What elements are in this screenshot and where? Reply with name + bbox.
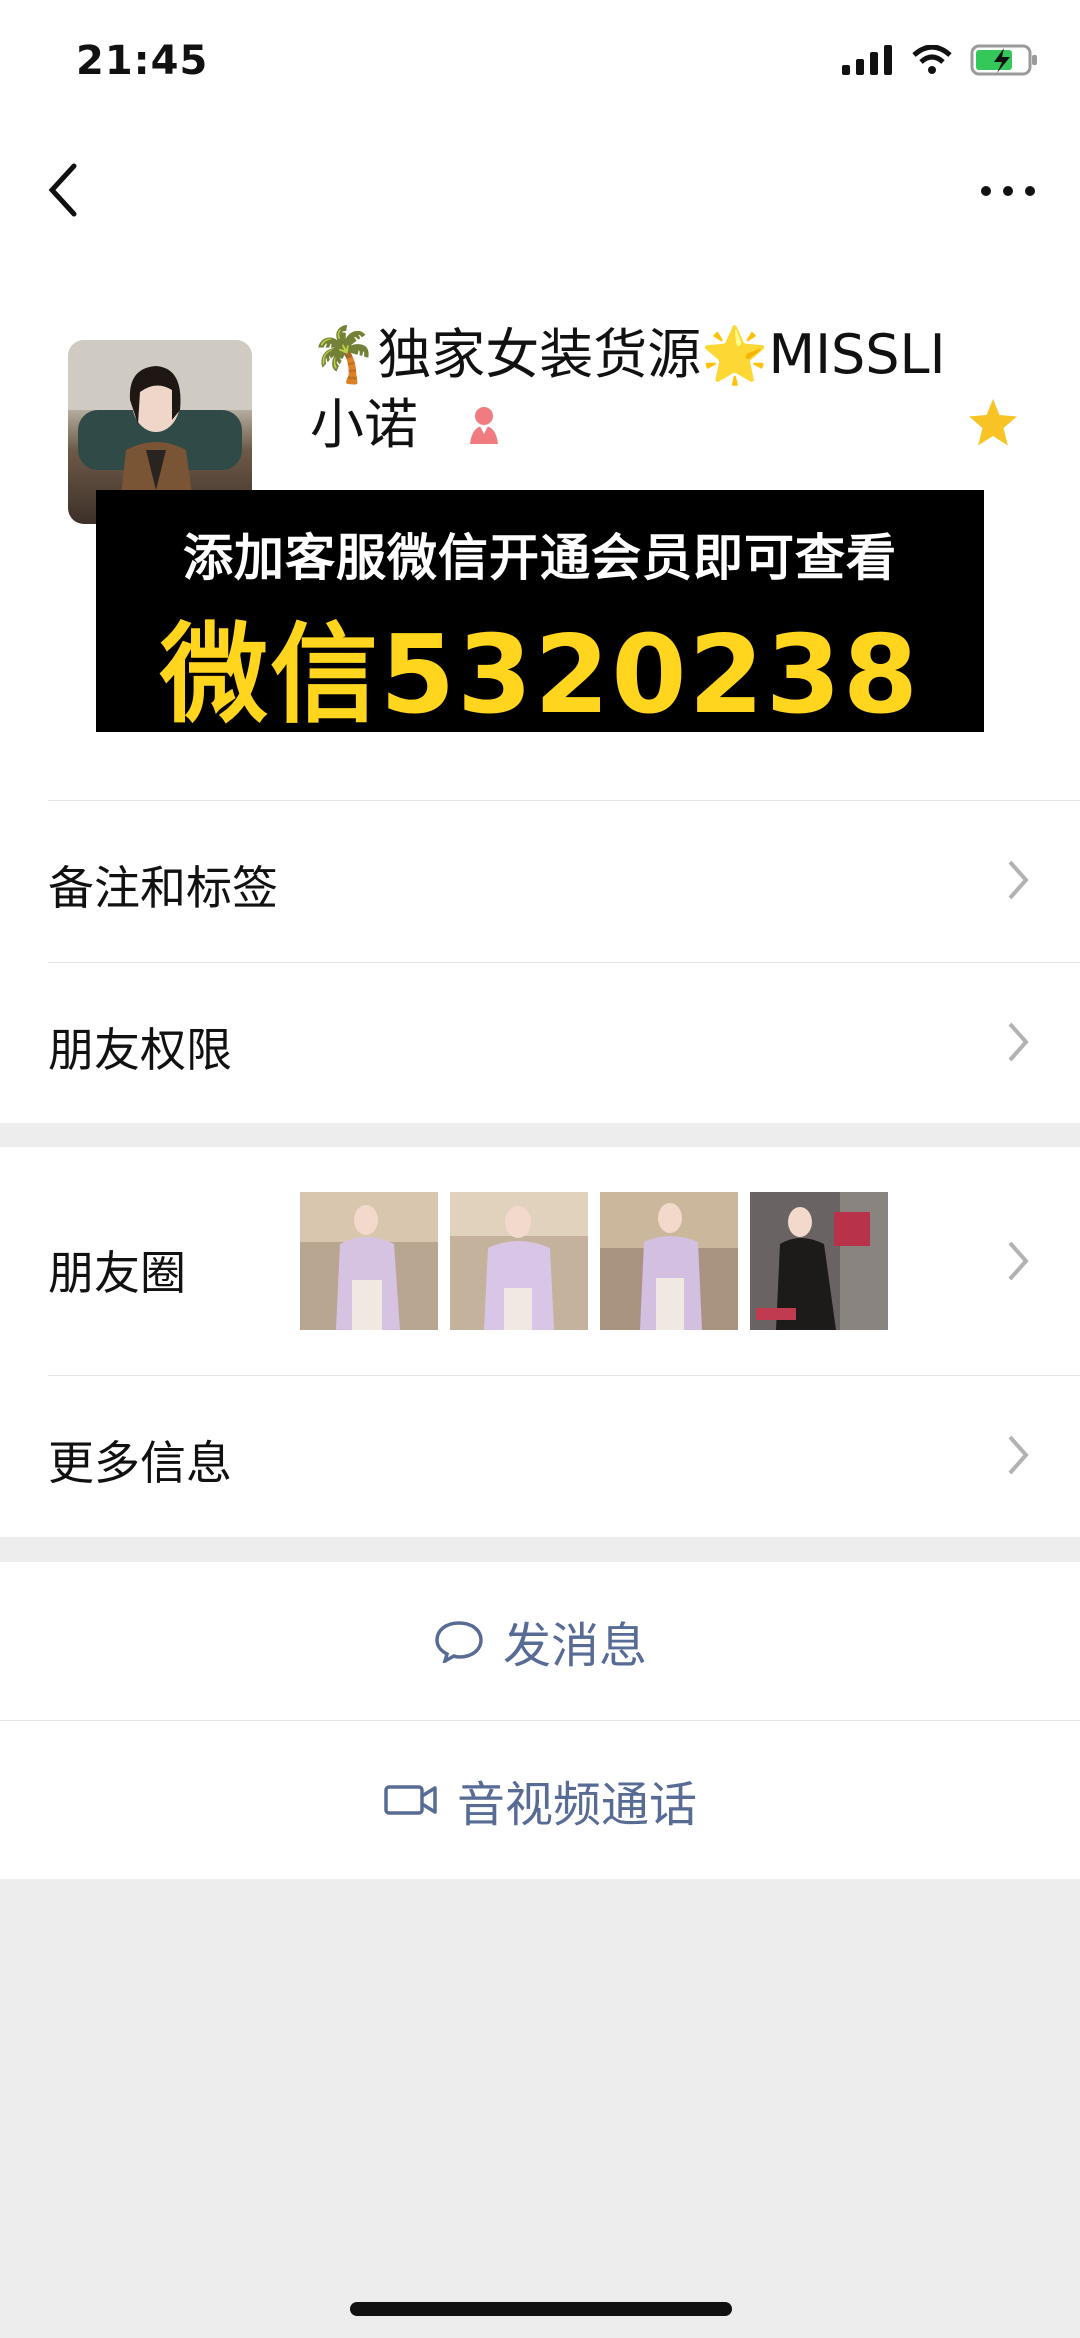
- av-call-label: 音视频通话: [456, 1777, 697, 1833]
- star-icon[interactable]: [966, 396, 1020, 450]
- promo-line2: 微信5320238: [159, 613, 921, 738]
- more-icon[interactable]: [978, 176, 1038, 206]
- home-indicator[interactable]: [350, 2302, 732, 2316]
- chevron-right-icon: [1008, 1241, 1029, 1281]
- moments-thumbnail[interactable]: [750, 1192, 888, 1330]
- video-camera-icon: [384, 1785, 437, 1815]
- moments-thumbnail[interactable]: [450, 1192, 588, 1330]
- permissions-label: 朋友权限: [48, 1023, 232, 1077]
- female-icon: [470, 407, 498, 444]
- moments-thumbnail[interactable]: [600, 1192, 738, 1330]
- av-call-button[interactable]: 音视频通话: [0, 1721, 1080, 1879]
- remarks-row[interactable]: 备注和标签: [0, 800, 1080, 962]
- back-icon[interactable]: [44, 160, 84, 220]
- status-time: 21:45: [76, 38, 209, 84]
- promo-line1: 添加客服微信开通会员即可查看: [183, 529, 897, 587]
- profile-name-line1: 🌴独家女装货源🌟MISSLI: [310, 323, 946, 386]
- chevron-right-icon: [1008, 860, 1029, 900]
- wifi-icon: [912, 45, 952, 74]
- more-info-label: 更多信息: [48, 1436, 232, 1490]
- send-message-label: 发消息: [502, 1618, 647, 1674]
- moments-label: 朋友圈: [48, 1246, 186, 1300]
- more-info-row[interactable]: 更多信息: [0, 1375, 1080, 1537]
- promo-overlay: 添加客服微信开通会员即可查看 微信5320238: [96, 490, 984, 738]
- moments-thumbnail[interactable]: [300, 1192, 438, 1330]
- remarks-label: 备注和标签: [48, 861, 278, 915]
- chevron-right-icon: [1008, 1022, 1029, 1062]
- profile-name: 🌴独家女装货源🌟MISSLI 小诺: [310, 320, 1030, 460]
- chevron-right-icon: [1008, 1435, 1029, 1475]
- status-icons: [842, 44, 1040, 76]
- battery-icon: [970, 44, 1037, 76]
- chat-bubble-icon: [435, 1621, 483, 1663]
- permissions-row[interactable]: 朋友权限: [0, 962, 1080, 1122]
- profile-name-line2-row: 小诺: [310, 390, 1030, 460]
- profile-name-line2: 小诺: [310, 393, 418, 456]
- signal-icon: [842, 45, 892, 75]
- send-message-button[interactable]: 发消息: [0, 1562, 1080, 1720]
